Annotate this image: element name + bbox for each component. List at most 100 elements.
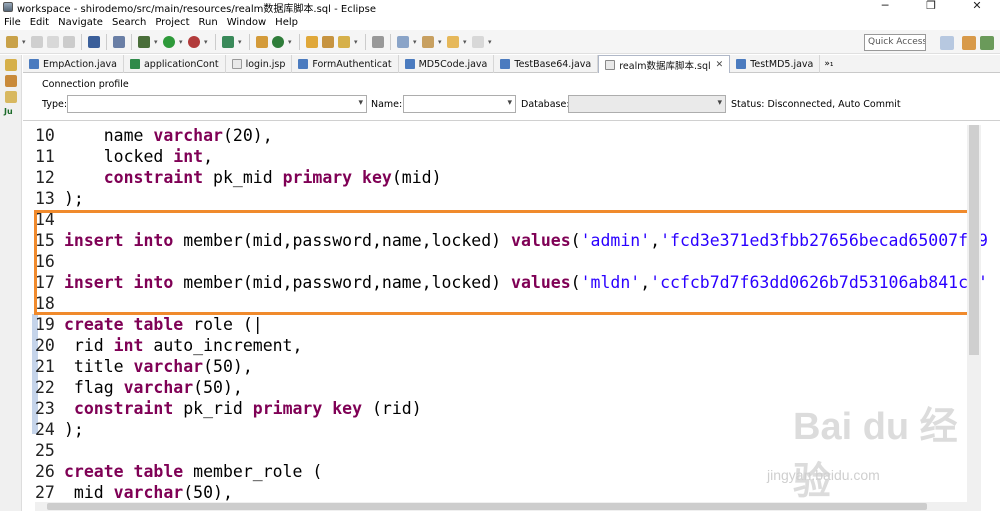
menu-project[interactable]: Project: [151, 17, 194, 28]
back-icon[interactable]: [447, 35, 459, 48]
chevron-down-icon[interactable]: ▾: [204, 36, 209, 48]
scrollbar-thumb[interactable]: [969, 125, 979, 355]
tab-login-jsp[interactable]: login.jsp: [226, 55, 293, 73]
forward-icon[interactable]: [472, 35, 484, 48]
code-line[interactable]: 11 locked int,: [23, 146, 968, 167]
sql-keyword: int: [173, 147, 204, 166]
code-line[interactable]: 19 create table role (|: [23, 314, 968, 335]
navigator-icon[interactable]: [5, 91, 17, 103]
search-icon[interactable]: [338, 35, 350, 48]
new-icon[interactable]: [6, 35, 18, 48]
coverage-icon[interactable]: [222, 35, 234, 48]
database-select[interactable]: ▾: [568, 95, 726, 113]
sql-string: 'mldn': [580, 273, 641, 292]
watermark-brand: Bai du 经验: [793, 406, 958, 503]
connection-profile-panel: Connection profile Type: ▾ Name: ▾ Datab…: [33, 74, 1000, 120]
run-icon[interactable]: [163, 35, 175, 48]
open-perspective-icon[interactable]: [940, 36, 954, 50]
junit-icon[interactable]: Ju: [4, 107, 21, 116]
code-line[interactable]: 16: [23, 251, 968, 272]
code-text: create table role (|: [64, 314, 263, 335]
name-select[interactable]: ▾: [403, 95, 516, 113]
sql-text: member(mid,password,name,locked): [173, 231, 512, 250]
code-line[interactable]: 12 constraint pk_mid primary key(mid): [23, 167, 968, 188]
tab-overflow-button[interactable]: »₁: [820, 55, 837, 72]
sql-text: mid: [64, 483, 114, 502]
skip-breakpoints-icon[interactable]: [113, 35, 125, 48]
type-select[interactable]: ▾: [67, 95, 367, 113]
pin-editor-icon[interactable]: [372, 35, 384, 48]
open-type-icon[interactable]: [306, 35, 318, 48]
toolbar-separator: [81, 33, 82, 50]
code-line[interactable]: 13);: [23, 188, 968, 209]
line-number: 17: [35, 273, 55, 292]
menu-bar: File Edit Navigate Search Project Run Wi…: [0, 14, 1000, 30]
chevron-down-icon[interactable]: ▾: [22, 36, 27, 48]
code-line[interactable]: 15 insert into member(mid,password,name,l…: [23, 230, 988, 251]
menu-edit[interactable]: Edit: [26, 17, 54, 28]
tab-md5code[interactable]: MD5Code.java: [399, 55, 495, 73]
code-line[interactable]: 10 name varchar(20),: [23, 125, 968, 146]
editor-tabs: EmpAction.java applicationCont login.jsp…: [23, 55, 1000, 73]
code-line[interactable]: 18: [23, 293, 968, 314]
chevron-down-icon[interactable]: ▾: [238, 36, 243, 48]
java-file-icon: [500, 59, 511, 69]
chevron-down-icon[interactable]: ▾: [288, 36, 293, 48]
code-text: );: [64, 188, 84, 209]
external-tools-icon[interactable]: [188, 35, 200, 48]
code-text: title varchar(50),: [64, 356, 253, 377]
print-icon[interactable]: [63, 35, 75, 48]
close-icon[interactable]: ✕: [716, 60, 724, 70]
chevron-down-icon[interactable]: ▾: [463, 36, 468, 48]
toolbar-separator: [131, 33, 132, 50]
tab-formauthenticat[interactable]: FormAuthenticat: [292, 55, 399, 73]
tab-testbase64[interactable]: TestBase64.java: [494, 55, 599, 73]
close-window-button[interactable]: ✕: [954, 0, 1000, 14]
next-annotation-icon[interactable]: [397, 35, 409, 48]
code-text: );: [64, 419, 84, 440]
quick-access-input[interactable]: Quick Access: [864, 34, 926, 51]
tab-realm-sql[interactable]: realm数据库脚本.sql ✕: [598, 55, 731, 73]
sql-text: role (|: [183, 315, 263, 334]
tab-testmd5[interactable]: TestMD5.java: [730, 55, 821, 73]
chevron-down-icon[interactable]: ▾: [179, 36, 184, 48]
new-class-icon[interactable]: [272, 35, 284, 48]
package-explorer-icon[interactable]: [5, 59, 17, 71]
code-line[interactable]: 14: [23, 209, 968, 230]
menu-navigate[interactable]: Navigate: [54, 17, 108, 28]
restore-button[interactable]: ❐: [908, 0, 954, 14]
chevron-down-icon[interactable]: ▾: [154, 36, 159, 48]
sql-text: (50),: [203, 357, 253, 376]
java-ee-perspective-icon[interactable]: [962, 36, 976, 50]
menu-window[interactable]: Window: [223, 17, 271, 28]
code-line[interactable]: 21 title varchar(50),: [23, 356, 968, 377]
chevron-down-icon[interactable]: ▾: [488, 36, 493, 48]
previous-annotation-icon[interactable]: [422, 35, 434, 48]
menu-help[interactable]: Help: [271, 17, 303, 28]
menu-file[interactable]: File: [0, 17, 26, 28]
new-java-project-icon[interactable]: [256, 35, 268, 48]
code-text: constraint pk_rid primary key (rid): [64, 398, 422, 419]
connection-status: Status: Disconnected, Auto Commit: [731, 99, 901, 110]
open-task-icon[interactable]: [322, 35, 334, 48]
tab-applicationcont[interactable]: applicationCont: [124, 55, 226, 73]
line-number: 21: [35, 357, 55, 376]
debug-icon[interactable]: [138, 35, 150, 48]
save-all-icon[interactable]: [47, 35, 59, 48]
sql-text: ,: [640, 273, 651, 292]
chevron-down-icon[interactable]: ▾: [354, 36, 359, 48]
minimize-button[interactable]: ─: [862, 0, 908, 14]
java-perspective-icon[interactable]: [980, 36, 994, 50]
chevron-down-icon[interactable]: ▾: [438, 36, 443, 48]
sql-text: );: [64, 420, 84, 439]
save-icon[interactable]: [31, 35, 43, 48]
code-line[interactable]: 17 insert into member(mid,password,name,l…: [23, 272, 988, 293]
type-hierarchy-icon[interactable]: [5, 75, 17, 87]
menu-run[interactable]: Run: [195, 17, 223, 28]
menu-search[interactable]: Search: [108, 17, 151, 28]
chevron-down-icon[interactable]: ▾: [413, 36, 418, 48]
tab-empaction[interactable]: EmpAction.java: [23, 55, 124, 73]
line-number: 10: [35, 126, 55, 145]
terminal-icon[interactable]: [88, 35, 100, 48]
code-line[interactable]: 20 rid int auto_increment,: [23, 335, 968, 356]
